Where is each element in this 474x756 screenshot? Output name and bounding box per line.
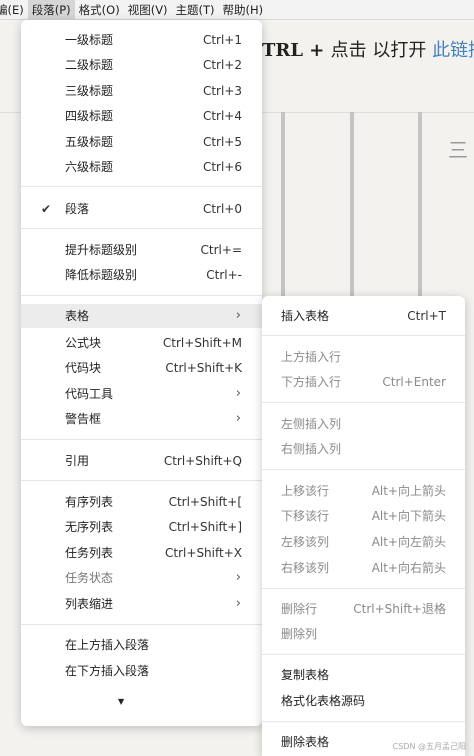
menu-paragraph[interactable]: 段落(P): [27, 0, 75, 20]
menu-item-demote-heading[interactable]: 降低标题级别 Ctrl+-: [21, 263, 262, 287]
table-column-bar: [418, 112, 422, 296]
paragraph-menu: 一级标题 Ctrl+1 二级标题 Ctrl+2 三级标题 Ctrl+3 四级标题 Ctr…: [21, 20, 262, 726]
watermark: CSDN @五月孟己阳: [392, 742, 466, 751]
menu-item-paragraph[interactable]: ✔ 段落 Ctrl+0: [21, 197, 262, 221]
doc-plain-text: 点击 以打开: [330, 40, 433, 61]
submenu-item-delete-row[interactable]: 删除行 Ctrl+Shift+退格: [262, 597, 465, 621]
menu-item-alert-box[interactable]: 警告框 ›: [21, 407, 262, 431]
menu-item-task-list[interactable]: 任务列表 Ctrl+Shift+X: [21, 541, 262, 565]
submenu-item-move-col-right[interactable]: 右移该列 Alt+向右箭头: [262, 556, 465, 580]
menu-item-table[interactable]: 表格 ›: [21, 304, 262, 328]
submenu-item-format-table-source[interactable]: 格式化表格源码: [262, 689, 465, 713]
table-submenu: 插入表格 Ctrl+T 上方插入行 下方插入行 Ctrl+Enter 左侧插入列 右…: [262, 296, 465, 756]
submenu-item-delete-col[interactable]: 删除列: [262, 622, 465, 646]
submenu-item-insert-col-right[interactable]: 右侧插入列: [262, 437, 465, 461]
menu-item-quote[interactable]: 引用 Ctrl+Shift+Q: [21, 449, 262, 473]
menu-separator: [262, 335, 465, 336]
submenu-item-insert-row-below[interactable]: 下方插入行 Ctrl+Enter: [262, 370, 465, 394]
doc-link[interactable]: 此链接: [432, 40, 474, 61]
menu-item-heading-1[interactable]: 一级标题 Ctrl+1: [21, 28, 262, 52]
menu-item-task-status[interactable]: 任务状态 ›: [21, 566, 262, 590]
menu-separator: [21, 480, 262, 481]
menu-separator: [262, 402, 465, 403]
menu-item-math-block[interactable]: 公式块 Ctrl+Shift+M: [21, 331, 262, 355]
submenu-item-insert-col-left[interactable]: 左侧插入列: [262, 412, 465, 436]
menu-separator: [21, 295, 262, 296]
menu-item-heading-5[interactable]: 五级标题 Ctrl+5: [21, 130, 262, 154]
menu-separator: [262, 721, 465, 722]
chevron-right-icon: ›: [235, 386, 241, 401]
menu-item-heading-4[interactable]: 四级标题 Ctrl+4: [21, 104, 262, 128]
menu-item-list-indent[interactable]: 列表缩进 ›: [21, 592, 262, 616]
submenu-item-move-row-down[interactable]: 下移该行 Alt+向下箭头: [262, 504, 465, 528]
menu-item-insert-paragraph-above[interactable]: 在上方插入段落: [21, 633, 262, 657]
menu-separator: [262, 588, 465, 589]
doc-bold-text: TRL +: [262, 40, 331, 61]
menu-separator: [262, 469, 465, 470]
menu-item-heading-6[interactable]: 六级标题 Ctrl+6: [21, 155, 262, 179]
menu-view[interactable]: 视图(V): [124, 0, 172, 20]
doc-heading-fragment: 三: [448, 138, 468, 162]
menu-item-promote-heading[interactable]: 提升标题级别 Ctrl+=: [21, 238, 262, 262]
menu-item-insert-paragraph-below[interactable]: 在下方插入段落: [21, 659, 262, 683]
chevron-right-icon: ›: [235, 570, 241, 585]
menu-separator: [262, 654, 465, 655]
menu-edit[interactable]: 编(E): [0, 0, 28, 20]
chevron-right-icon: ›: [235, 596, 241, 611]
table-column-bar: [350, 112, 354, 296]
menu-separator: [21, 624, 262, 625]
caret-down-icon[interactable]: ▼: [118, 697, 124, 706]
check-icon: ✔: [41, 202, 52, 216]
chevron-right-icon: ›: [235, 308, 241, 323]
chevron-right-icon: ›: [235, 411, 241, 426]
document-text-line: TRL + 点击 以打开 此链接: [262, 36, 474, 62]
submenu-item-move-col-left[interactable]: 左移该列 Alt+向左箭头: [262, 530, 465, 554]
menu-item-unordered-list[interactable]: 无序列表 Ctrl+Shift+]: [21, 515, 262, 539]
menu-help[interactable]: 帮助(H): [219, 0, 268, 20]
menu-item-ordered-list[interactable]: 有序列表 Ctrl+Shift+[: [21, 490, 262, 514]
menu-separator: [21, 186, 262, 187]
menu-theme[interactable]: 主题(T): [172, 0, 219, 20]
table-column-bar: [281, 112, 285, 296]
menu-format[interactable]: 格式(O): [75, 0, 124, 20]
menu-bar: 编(E) 段落(P) 格式(O) 视图(V) 主题(T) 帮助(H): [0, 0, 474, 20]
menu-item-code-tools[interactable]: 代码工具 ›: [21, 382, 262, 406]
menu-separator: [21, 439, 262, 440]
submenu-item-insert-table[interactable]: 插入表格 Ctrl+T: [262, 304, 465, 328]
menu-item-heading-3[interactable]: 三级标题 Ctrl+3: [21, 79, 262, 103]
menu-item-heading-2[interactable]: 二级标题 Ctrl+2: [21, 53, 262, 77]
submenu-item-insert-row-above[interactable]: 上方插入行: [262, 345, 465, 369]
submenu-item-copy-table[interactable]: 复制表格: [262, 663, 465, 687]
menu-item-code-block[interactable]: 代码块 Ctrl+Shift+K: [21, 356, 262, 380]
menu-separator: [21, 228, 262, 229]
submenu-item-move-row-up[interactable]: 上移该行 Alt+向上箭头: [262, 479, 465, 503]
